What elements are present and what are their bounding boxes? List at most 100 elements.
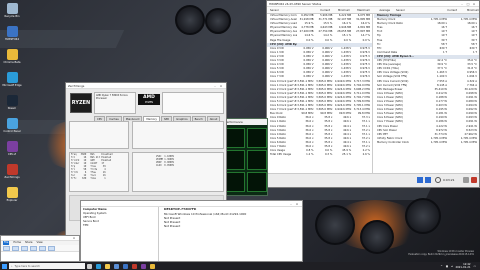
col-minimum[interactable]: Minimum	[330, 7, 350, 13]
start-button[interactable]	[0, 262, 8, 270]
taskbar-edge-button[interactable]	[94, 262, 103, 270]
col-current-right[interactable]: Current	[435, 7, 457, 13]
desktop-icon-label: ZenTimings	[4, 176, 20, 179]
paste-icon[interactable]	[21, 245, 28, 251]
desktop-icon[interactable]: Chrome Beta	[1, 49, 23, 64]
desktop-icon-label: Steam	[7, 107, 17, 110]
rename-icon[interactable]	[39, 245, 46, 251]
col-sensor[interactable]: Sensor	[267, 7, 312, 13]
amd-logo-sub: RYZEN	[145, 101, 153, 104]
cut-icon[interactable]	[30, 245, 37, 251]
cache-panel	[132, 121, 224, 149]
ryzen-logo: RYZEN	[70, 93, 92, 113]
cpu-name: AMD Ryzen 7 5800X 8-Core Processor	[96, 94, 128, 100]
notification-icon[interactable]: ▭	[474, 265, 476, 268]
cpu-graph-5	[225, 172, 245, 192]
desktop-icon[interactable]: Control Panel	[1, 118, 23, 133]
desktop-icon[interactable]: ZenTimings	[1, 164, 23, 179]
close-icon[interactable]: ×	[471, 2, 477, 6]
zentimings-titlebar[interactable]: ZenTimings – ×	[66, 83, 226, 89]
copy-icon[interactable]	[12, 245, 19, 251]
desktop-icon[interactable]: CPU-Z	[1, 141, 23, 156]
taskbar-task-view-button[interactable]	[85, 262, 94, 270]
app-icon	[6, 164, 18, 175]
chrome-icon	[150, 263, 155, 269]
watermark-line-2: Evaluation copy. Build 21292.rs_prerelea…	[408, 253, 474, 256]
sensor-value: 1,795.4 MHz	[460, 140, 477, 144]
desktop-icon[interactable]: Explorer	[1, 187, 23, 202]
app-icon	[6, 118, 18, 129]
volume-icon[interactable]: ◂	[451, 265, 452, 268]
hwinfo-right-pane: Memory Timings Memory Clock 1,795.4 MHz 1,7…	[374, 14, 479, 174]
desktop-icon[interactable]: Microsoft Edge	[1, 72, 23, 87]
desktop-icon[interactable]: Recycle Bin	[1, 3, 23, 18]
explorer-close-icon[interactable]: ×	[71, 236, 77, 240]
explorer-tab[interactable]: View	[37, 241, 43, 245]
cpu-info-panel: AMD Ryzen 7 5800X 8-Core Processor	[94, 92, 136, 114]
dram-panel	[132, 152, 224, 192]
timing-grid: Freq 3600 BGS Disabled Tcl 16 BGS Alt En…	[71, 153, 113, 180]
sensor-row[interactable]: Memory Controller Clock 1,795.4 MHz 1,795.…	[374, 140, 479, 145]
sensor-value: 1.2 %	[306, 153, 314, 157]
search-placeholder: Type here to search	[14, 264, 40, 268]
cpu-graph-1	[225, 128, 245, 148]
col-average[interactable]: Average	[370, 7, 390, 13]
explorer-tab[interactable]: Home	[13, 241, 21, 245]
hwinfo-icon	[123, 263, 128, 269]
zt-close-icon[interactable]: ×	[218, 84, 224, 88]
sensor-value: 1,795.4 MHz	[430, 140, 447, 144]
hwinfo-close-sensors-icon[interactable]	[471, 177, 477, 183]
hwinfo-arrow-left-icon[interactable]	[417, 177, 423, 183]
hwinfo-settings-icon[interactable]	[463, 177, 469, 183]
explorer-ribbon	[1, 245, 79, 252]
desktop-icon-label: HWiNFO64	[5, 38, 19, 41]
taskbar-store-button[interactable]	[112, 262, 121, 270]
task-view-icon	[87, 263, 92, 269]
taskbar-apps	[85, 262, 157, 270]
clock-date: 2021-01-21	[455, 266, 471, 269]
system-info-window[interactable]: – × Computer Name Operating System UEFI Bo…	[80, 200, 303, 262]
cpu-graph-3	[225, 150, 245, 170]
taskbar-hwinfo-button[interactable]	[121, 262, 130, 270]
network-icon[interactable]: ▣	[446, 265, 448, 268]
sysinfo-sidebar: Computer Name Operating System UEFI Boot Se…	[81, 207, 159, 261]
sensor-value: 2.6 %	[362, 153, 371, 157]
app-icon	[6, 49, 18, 60]
explorer-tab[interactable]: Share	[25, 241, 33, 245]
hwinfo-arrow-right-icon[interactable]	[425, 177, 431, 183]
taskbar-explorer-button[interactable]	[103, 262, 112, 270]
sensor-row[interactable]: Total CPU Usage 1.2 % 0.3 % 25.1 % 2.6 %	[267, 153, 372, 157]
app-icon	[6, 187, 18, 198]
zentimings-title: ZenTimings	[68, 83, 85, 88]
sensor-name: Memory Controller Clock	[377, 140, 410, 144]
sensor-name: Total CPU Usage	[270, 153, 292, 157]
cpu-graph-4	[247, 150, 267, 170]
app-icon	[6, 141, 18, 152]
taskbar-zentimings-button[interactable]	[130, 262, 139, 270]
file-explorer-window[interactable]: × File Home Share View	[0, 235, 80, 262]
explorer-tab[interactable]: File	[3, 241, 10, 245]
voltage-grid: VSOC 1.1000V VDIMM 1.3600V VDDP 0.9000V …	[156, 155, 174, 167]
col-current[interactable]: Current	[312, 7, 330, 13]
col-minimum-right[interactable]: Minimum	[457, 7, 479, 13]
taskbar-chrome-button[interactable]	[148, 262, 157, 270]
col-maximum[interactable]: Maximum	[350, 7, 370, 13]
app-icon	[6, 3, 18, 14]
sysinfo-close-icon[interactable]: ×	[294, 202, 300, 206]
zentimings-icon	[132, 263, 137, 269]
performance-graph-window[interactable]: Performance	[222, 118, 268, 196]
sysinfo-value: Not Present	[164, 224, 181, 228]
sysinfo-tree-item[interactable]: TPM	[83, 224, 156, 228]
col-sensor-right[interactable]: Sensor	[390, 7, 435, 13]
taskbar-search[interactable]: ⌕ Type here to search	[9, 263, 85, 269]
taskbar-cpu-z-button[interactable]	[139, 262, 148, 270]
desktop-icon-label: Explorer	[6, 199, 18, 202]
pin-icon[interactable]	[3, 245, 10, 251]
new-folder-icon[interactable]	[48, 245, 55, 251]
cpu-graph-2	[247, 128, 267, 148]
chevron-up-icon[interactable]: ^	[441, 265, 443, 268]
desktop-icon[interactable]: HWiNFO64	[1, 26, 23, 41]
hwinfo-window[interactable]: HWiNFO64 v6.43-4390 Sensor Status – □ × …	[266, 0, 480, 188]
taskbar-clock[interactable]: 12:42 2021-01-21	[455, 263, 470, 269]
desktop-icon[interactable]: Steam	[1, 95, 23, 110]
